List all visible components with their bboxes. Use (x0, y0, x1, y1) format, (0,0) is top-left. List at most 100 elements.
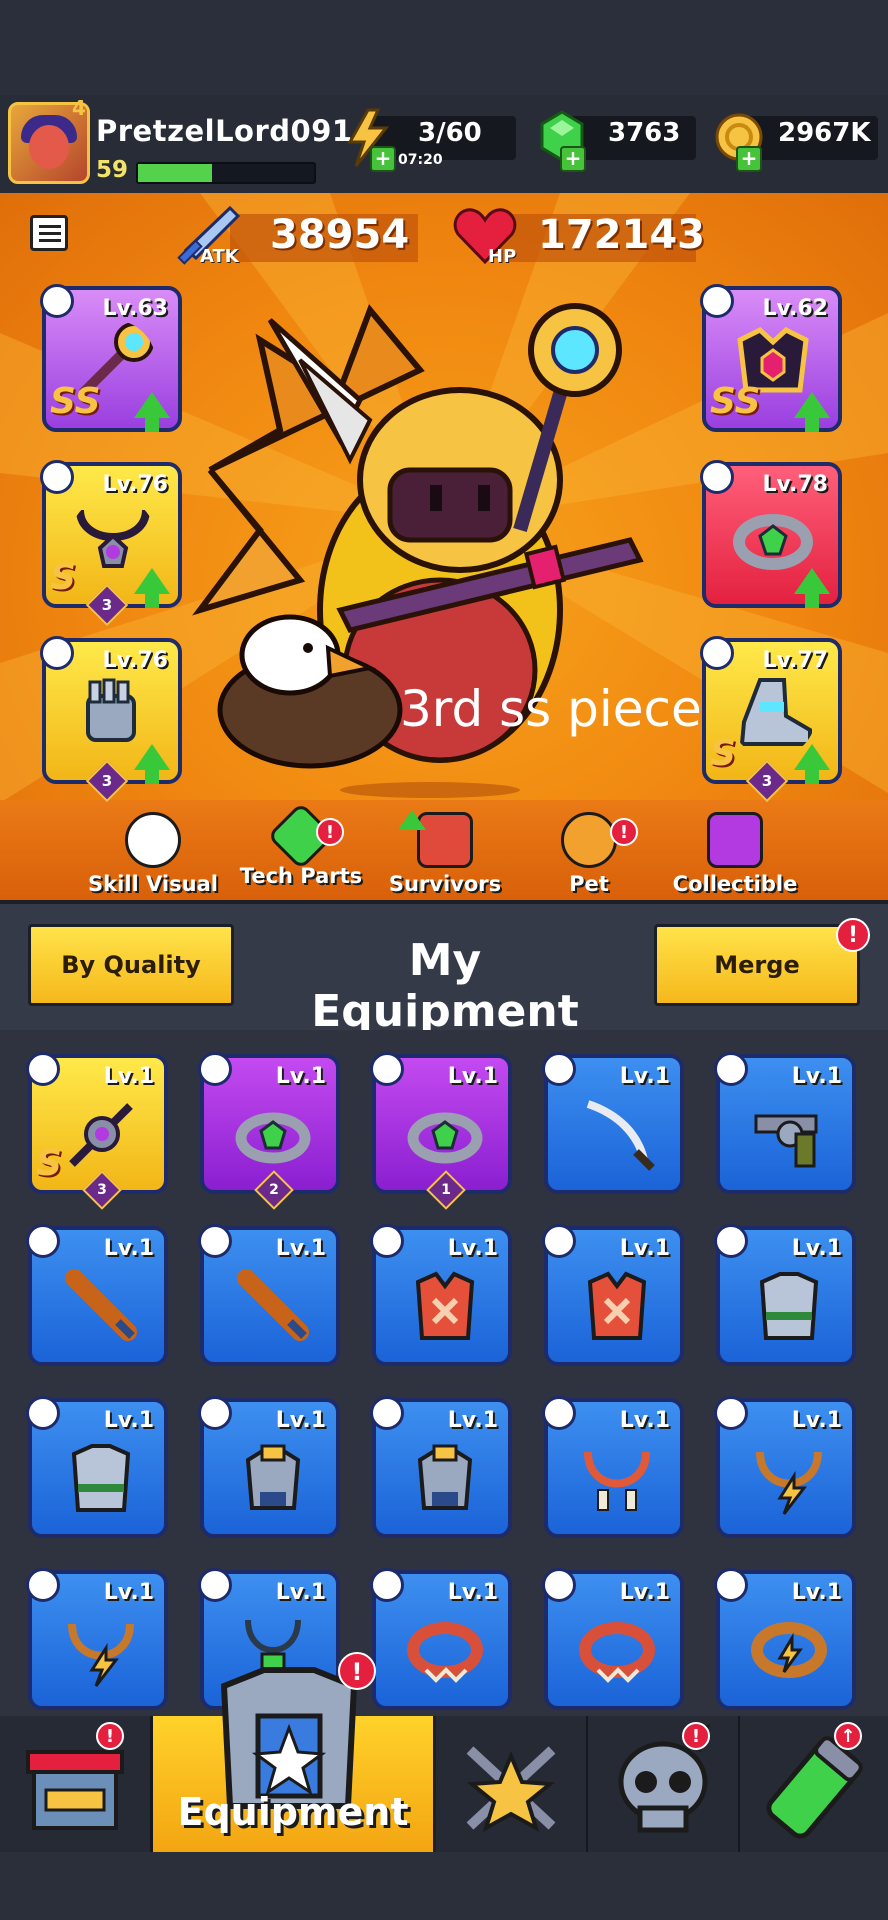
survivors-upgrade-arrow-icon (398, 810, 426, 830)
gems-value: 3763 (608, 118, 681, 148)
steel-armor-icon (71, 1444, 131, 1512)
inventory-item[interactable]: Lv.1 (26, 1396, 168, 1538)
katana-icon (586, 1100, 655, 1171)
crossed-swords-star-icon (466, 1746, 556, 1833)
inventory-item[interactable]: Lv.1 1 (370, 1052, 512, 1210)
bone-necklace-icon (584, 1451, 650, 1511)
inventory-item[interactable]: Lv.1 S 3 (26, 1052, 168, 1210)
item-level: Lv.1 (791, 1408, 842, 1433)
baseball-bat-icon (65, 1269, 137, 1341)
item-level: Lv.1 (619, 1580, 670, 1605)
dna-capsule-icon (766, 1736, 863, 1839)
item-level: Lv.1 (619, 1236, 670, 1261)
pet-alert-icon: ! (610, 818, 638, 846)
gold-value: 2967K (778, 118, 871, 148)
equipped-ring-slot[interactable]: Lv.78 (700, 460, 842, 608)
armor-level: Lv.62 (762, 296, 828, 321)
item-category-icon (542, 1224, 576, 1258)
equipped-necklace-slot[interactable]: Lv.76 S 3 (40, 460, 182, 627)
inventory-item[interactable]: Lv.1 (26, 1568, 168, 1710)
nav-shop[interactable] (0, 1716, 153, 1852)
lightning-belt-icon (751, 1622, 827, 1678)
equipped-weapon-slot[interactable]: Lv.63 SS (40, 284, 182, 432)
item-level: Lv.1 (447, 1064, 498, 1089)
inventory-item[interactable]: Lv.1 (714, 1224, 856, 1366)
inventory-item[interactable]: Lv.1 (542, 1568, 684, 1710)
item-category-icon (370, 1396, 404, 1430)
boots-level: Lv.77 (762, 648, 828, 673)
power-armor-icon (245, 1444, 301, 1510)
inventory-item[interactable]: Lv.1 (542, 1396, 684, 1538)
inventory-item[interactable]: Lv.1 (714, 1396, 856, 1538)
red-vest-icon (415, 1271, 475, 1340)
item-level: Lv.1 (103, 1580, 154, 1605)
necklace-grade: S (50, 557, 76, 598)
upgrade-arrow-icon (794, 744, 830, 784)
gloves-category-icon (40, 636, 74, 670)
nav-skull[interactable] (588, 1716, 741, 1852)
item-category-icon (370, 1052, 404, 1086)
upgrade-arrow-icon (134, 392, 170, 432)
inventory-item[interactable]: Lv.1 (370, 1224, 512, 1366)
shop-alert-icon: ! (96, 1722, 124, 1750)
spiked-staff-icon (69, 1103, 133, 1167)
item-level: Lv.1 (619, 1064, 670, 1089)
tab-skill-visual[interactable]: Skill Visual (88, 812, 218, 896)
nav-evolve[interactable] (740, 1716, 888, 1852)
inventory-item[interactable]: Lv.1 2 (198, 1052, 340, 1210)
armor-category-icon (700, 284, 734, 318)
nav-challenge[interactable] (436, 1716, 589, 1852)
tab-tech-parts[interactable]: Tech Parts (236, 802, 366, 888)
equipment-alert-icon: ! (338, 1652, 376, 1690)
item-level: Lv.1 (275, 1408, 326, 1433)
skull-icon (618, 1723, 711, 1833)
equipped-armor-slot[interactable]: Lv.62 SS (700, 284, 842, 432)
equipped-gloves-slot[interactable]: Lv.76 3 (40, 636, 182, 803)
inventory-item[interactable]: Lv.1 (370, 1396, 512, 1538)
weapon-level: Lv.63 (102, 296, 168, 321)
item-category-icon (714, 1052, 748, 1086)
merge-button[interactable]: Merge (654, 924, 860, 1006)
item-level: Lv.1 (103, 1408, 154, 1433)
equipment-title: My Equipment (311, 935, 579, 1037)
equipped-boots-slot[interactable]: Lv.77 S 3 (700, 636, 842, 803)
inventory-item[interactable]: Lv.1 (198, 1396, 340, 1538)
necklace-category-icon (40, 460, 74, 494)
energy-plus-icon[interactable]: + (370, 146, 396, 172)
item-category-icon (714, 1224, 748, 1258)
collectible-box-icon (707, 812, 763, 868)
inventory-item[interactable]: Lv.1 (542, 1052, 684, 1194)
gem-ring-icon (235, 1112, 311, 1164)
item-category-icon (542, 1052, 576, 1086)
red-belt-icon (407, 1622, 483, 1683)
tab-skill-visual-label: Skill Visual (88, 872, 218, 896)
tab-collectible-label: Collectible (672, 872, 798, 896)
weapon-category-icon (40, 284, 74, 318)
item-category-icon (26, 1396, 60, 1430)
gems-plus-icon[interactable]: + (560, 146, 586, 172)
item-grade: S (36, 1143, 62, 1184)
item-category-icon (370, 1224, 404, 1258)
sort-by-quality-button[interactable]: By Quality (28, 924, 234, 1006)
tab-collectible[interactable]: Collectible (670, 812, 800, 896)
gold-plus-icon[interactable]: + (736, 146, 762, 172)
inventory-item[interactable]: Lv.1 (714, 1052, 856, 1194)
upgrade-arrow-icon (794, 568, 830, 608)
hp-value: 172143 (538, 212, 705, 258)
inventory-item[interactable]: Lv.1 (370, 1568, 512, 1710)
upgrade-arrow-icon (794, 392, 830, 432)
inventory-item[interactable]: Lv.1 (714, 1568, 856, 1710)
inventory-item[interactable]: Lv.1 (26, 1224, 168, 1366)
item-category-icon (714, 1568, 748, 1602)
upgrade-arrow-icon (134, 744, 170, 784)
xp-bar-fill (138, 164, 212, 182)
inventory-item[interactable]: Lv.1 (198, 1224, 340, 1366)
item-category-icon (198, 1224, 232, 1258)
lightning-necklace-icon (756, 1451, 822, 1515)
energy-value: 3/60 (418, 118, 482, 148)
menu-list-icon[interactable] (30, 215, 68, 251)
item-level: Lv.1 (447, 1236, 498, 1261)
inventory-item[interactable]: Lv.1 (542, 1224, 684, 1366)
soccer-ball-icon (125, 812, 181, 868)
item-category-icon (542, 1396, 576, 1430)
